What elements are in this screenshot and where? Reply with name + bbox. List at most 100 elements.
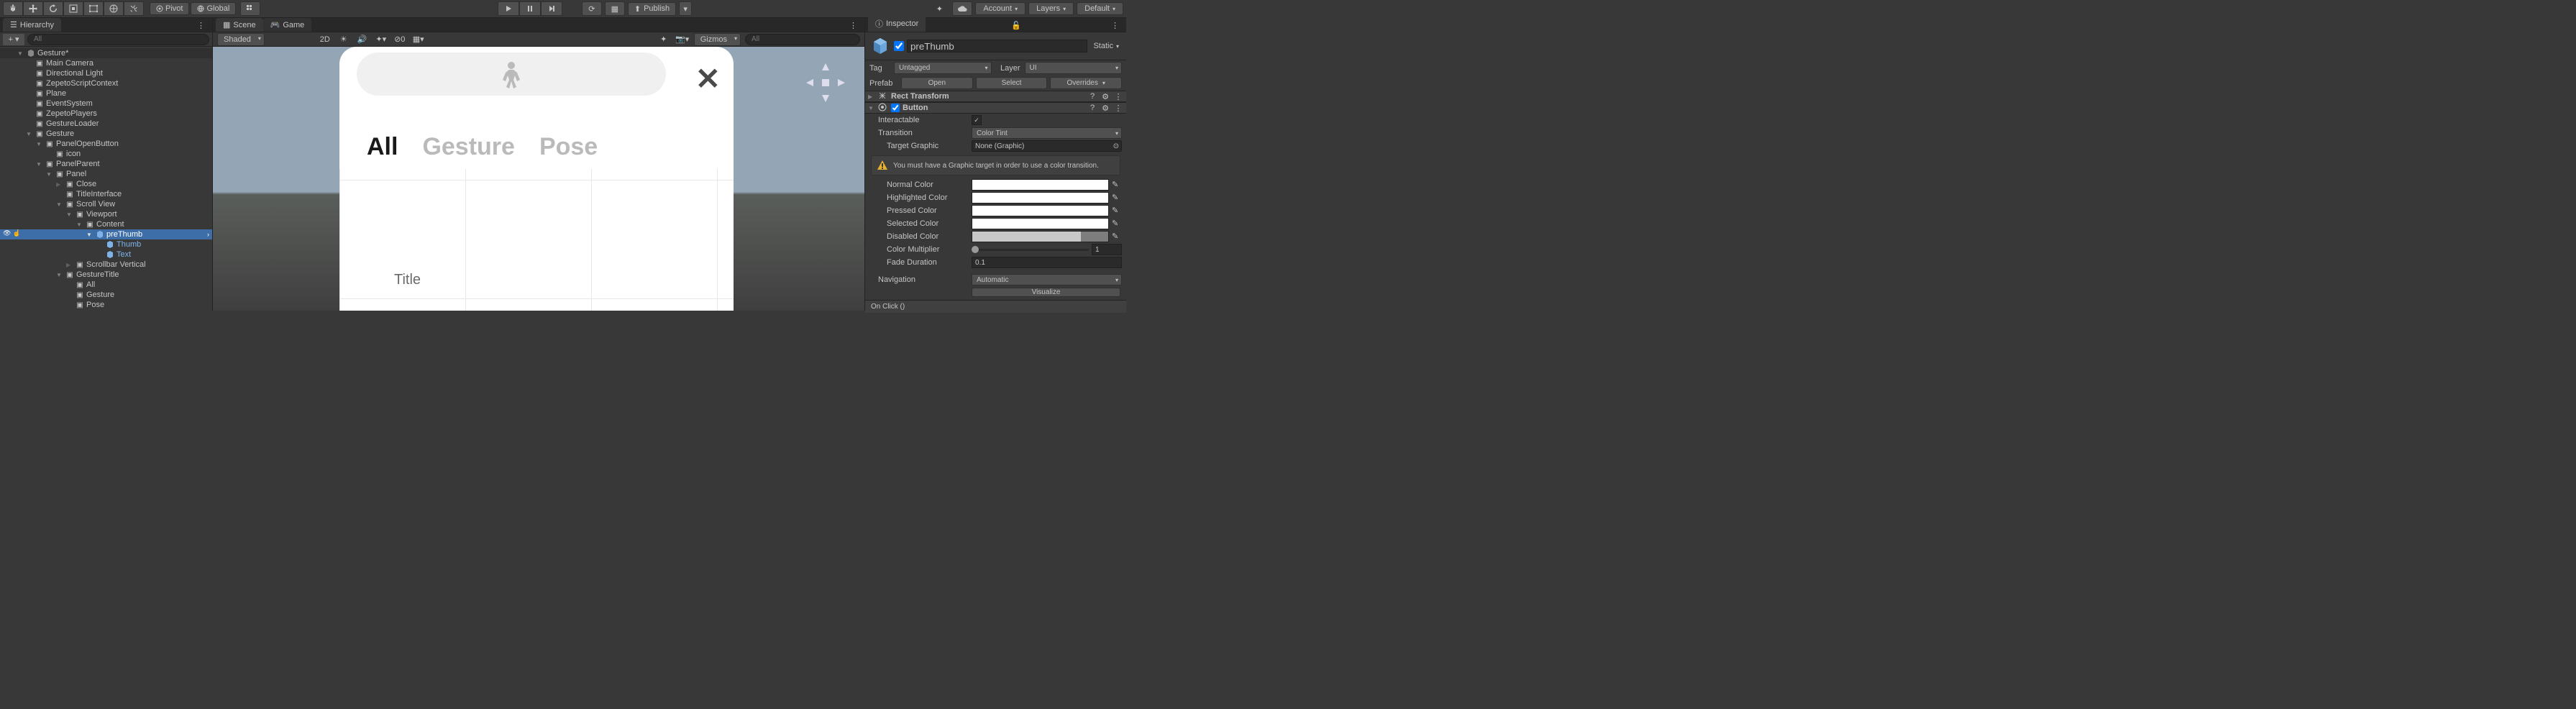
highlighted-color-field[interactable] (972, 192, 1109, 203)
global-toggle[interactable]: Global (191, 2, 236, 15)
tree-item-content[interactable]: ▼▣Content (0, 219, 212, 229)
inspector-lock[interactable]: 🔓 (1007, 19, 1026, 32)
step-button[interactable] (541, 1, 562, 16)
rect-transform-component[interactable]: ▶ Rect Transform ? ⚙ ⋮ (865, 91, 1126, 102)
inspector-panel-menu[interactable]: ⋮ (1107, 19, 1123, 32)
publish-button[interactable]: ⬆ Publish (628, 2, 676, 16)
play-button[interactable] (498, 1, 519, 16)
lighting-toggle[interactable]: ☀ (337, 33, 351, 46)
navigation-dropdown[interactable]: Automatic (972, 274, 1122, 285)
eyedropper-icon[interactable]: ✎ (1112, 180, 1122, 190)
pivot-toggle[interactable]: Pivot (150, 2, 189, 15)
tree-item-light[interactable]: ▣Directional Light (0, 68, 212, 78)
tag-dropdown[interactable]: Untagged (894, 62, 992, 74)
component-menu-icon[interactable]: ⋮ (1113, 103, 1123, 113)
tree-item-panel-open[interactable]: ▼▣PanelOpenButton (0, 139, 212, 149)
prefab-select-button[interactable]: Select (976, 77, 1048, 89)
target-graphic-field[interactable]: None (Graphic) (972, 140, 1122, 152)
tree-item-esys[interactable]: ▣EventSystem (0, 99, 212, 109)
chevron-right-icon[interactable]: › (207, 231, 209, 238)
pause-button[interactable] (519, 1, 541, 16)
color-multiplier-value[interactable] (1092, 244, 1122, 255)
pressed-color-field[interactable] (972, 205, 1109, 216)
tree-item-gloader[interactable]: ▣GestureLoader (0, 119, 212, 129)
fx-toggle[interactable]: ✦▾ (374, 33, 388, 46)
shading-mode-dropdown[interactable]: Shaded (217, 33, 265, 46)
tree-item-all[interactable]: ▣All (0, 280, 212, 290)
fade-duration-field[interactable] (972, 257, 1122, 268)
scene-search[interactable] (745, 34, 860, 45)
eyedropper-icon[interactable]: ✎ (1112, 206, 1122, 216)
hierarchy-search[interactable] (27, 34, 209, 45)
account-menu[interactable]: Account▾ (975, 2, 1026, 15)
eyedropper-icon[interactable]: ✎ (1112, 219, 1122, 229)
tree-item-gesture[interactable]: ▼▣Gesture (0, 129, 212, 139)
interactable-checkbox[interactable]: ✓ (972, 115, 982, 125)
rotate-tool[interactable] (43, 1, 63, 16)
static-dropdown[interactable]: Static▾ (1090, 40, 1122, 52)
gameobject-name-field[interactable] (907, 40, 1087, 52)
prefab-overrides-button[interactable]: Overrides▾ (1050, 77, 1122, 89)
disabled-color-field[interactable] (972, 231, 1109, 242)
tree-item-icon[interactable]: ▣icon (0, 149, 212, 159)
tree-item-prethumb[interactable]: 👁☝ ▼preThumb › (0, 229, 212, 239)
tree-item-panel-parent[interactable]: ▼▣PanelParent (0, 159, 212, 169)
tree-item-scrollbar-v[interactable]: ▶▣Scrollbar Vertical (0, 260, 212, 270)
tree-item-plane[interactable]: ▣Plane (0, 88, 212, 99)
layers-menu[interactable]: Layers▾ (1028, 2, 1074, 15)
move-tool[interactable] (23, 1, 43, 16)
camera-icon[interactable]: 📷▾ (675, 33, 690, 46)
inspector-tab[interactable]: ⓘInspector (868, 16, 926, 32)
hierarchy-create-button[interactable]: + ▾ (3, 34, 24, 45)
preset-icon[interactable]: ⚙ (1100, 91, 1110, 101)
eye-icon[interactable]: 👁 (3, 229, 11, 237)
tree-item-thumb[interactable]: Thumb (0, 239, 212, 250)
custom-tool[interactable] (124, 1, 144, 16)
button-component[interactable]: ▼ Button ? ⚙ ⋮ (865, 102, 1126, 114)
scene-tab[interactable]: ▦Scene (216, 18, 263, 32)
layer-dropdown[interactable]: UI (1025, 62, 1123, 74)
transition-dropdown[interactable]: Color Tint (972, 127, 1122, 139)
component-menu-icon[interactable]: ⋮ (1113, 91, 1123, 101)
hidden-toggle[interactable]: ⊘0 (393, 33, 407, 46)
button-enabled-checkbox[interactable] (891, 104, 900, 112)
services-icon[interactable]: ▦ (605, 1, 625, 16)
rect-tool[interactable] (83, 1, 104, 16)
hierarchy-tab[interactable]: ☰ Hierarchy (3, 18, 61, 32)
help-icon[interactable]: ? (1087, 91, 1097, 101)
pick-icon[interactable]: ☝ (12, 229, 20, 237)
help-icon[interactable]: ? (1087, 103, 1097, 113)
eyedropper-icon[interactable]: ✎ (1112, 232, 1122, 242)
snap-toggle[interactable] (240, 1, 260, 16)
gameobject-active-checkbox[interactable] (894, 41, 904, 51)
scene-row[interactable]: ▼Gesture* (0, 48, 212, 58)
hand-tool[interactable] (3, 1, 23, 16)
eyedropper-icon[interactable]: ✎ (1112, 193, 1122, 203)
2d-toggle[interactable]: 2D (318, 33, 332, 46)
undo-history-icon[interactable]: ✦ (929, 1, 949, 16)
tree-item-camera[interactable]: ▣Main Camera (0, 58, 212, 68)
scale-tool[interactable] (63, 1, 83, 16)
prefab-open-button[interactable]: Open (901, 77, 973, 89)
layout-menu[interactable]: Default▾ (1077, 2, 1123, 15)
selected-color-field[interactable] (972, 218, 1109, 229)
gizmos-dropdown[interactable]: Gizmos (694, 33, 741, 46)
prefab-cube-icon[interactable] (869, 35, 891, 57)
publish-dropdown[interactable]: ▾ (679, 1, 692, 16)
tree-item-zplayers[interactable]: ▣ZepetoPlayers (0, 109, 212, 119)
transform-tool[interactable] (104, 1, 124, 16)
game-tab[interactable]: 🎮Game (263, 18, 312, 32)
tree-item-close[interactable]: ▶▣Close (0, 179, 212, 189)
orientation-gizmo[interactable] (804, 61, 847, 104)
cloud-button[interactable] (952, 1, 972, 16)
scene-panel-menu[interactable]: ⋮ (845, 19, 862, 32)
tree-item-title-iface[interactable]: ▣TitleInterface (0, 189, 212, 199)
tree-item-gesture2[interactable]: ▣Gesture (0, 290, 212, 300)
preset-icon[interactable]: ⚙ (1100, 103, 1110, 113)
visualize-button[interactable]: Visualize (972, 288, 1120, 297)
normal-color-field[interactable] (972, 179, 1109, 191)
scene-viewport[interactable]: ✕ All Gesture Pose Title (213, 47, 864, 311)
tree-item-viewport[interactable]: ▼▣Viewport (0, 209, 212, 219)
tree-item-gesture-title[interactable]: ▼▣GestureTitle (0, 270, 212, 280)
collab-icon[interactable]: ⟳ (582, 1, 602, 16)
